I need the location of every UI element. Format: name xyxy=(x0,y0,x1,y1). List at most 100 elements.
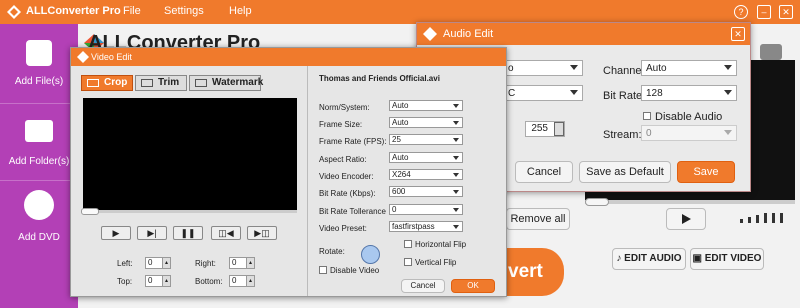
remove-all-label: Remove all xyxy=(510,213,566,225)
crop-left-input[interactable]: 0 ▴ xyxy=(145,257,171,269)
add-files-button[interactable]: Add File(s) xyxy=(0,28,78,102)
disable-video-label: Disable Video xyxy=(330,266,380,275)
frame-size-select[interactable]: Auto xyxy=(389,117,463,128)
tab-crop[interactable]: Crop xyxy=(81,75,133,91)
set-end-icon: ▶◫ xyxy=(254,228,270,238)
frame-size-label: Frame Size: xyxy=(319,120,363,129)
film-icon xyxy=(26,40,52,66)
video-seek-track[interactable] xyxy=(83,210,297,213)
menu-help[interactable]: Help xyxy=(229,5,252,17)
disable-audio-label: Disable Audio xyxy=(655,111,723,123)
pause-button[interactable]: ❚❚ xyxy=(173,226,203,240)
set-start-icon: ◫◀ xyxy=(218,228,234,238)
video-preset-label: Video Preset: xyxy=(319,224,367,233)
tab-watermark[interactable]: Watermark xyxy=(189,75,263,91)
save-default-button[interactable]: Save as Default xyxy=(579,161,671,183)
main-play-button[interactable] xyxy=(666,208,706,230)
frame-rate-select[interactable]: 25 xyxy=(389,134,463,145)
spinner-icon[interactable]: ▴ xyxy=(246,276,254,286)
video-encoder-select[interactable]: X264 xyxy=(389,169,463,180)
norm-label: Norm/System: xyxy=(319,103,370,112)
crop-left-label: Left: xyxy=(117,259,133,268)
next-frame-button[interactable]: ▶| xyxy=(137,226,167,240)
volume-stepper-icon[interactable] xyxy=(554,122,564,136)
crop-top-label: Top: xyxy=(117,277,133,286)
film-small-icon: ▣ xyxy=(692,253,702,264)
video-edit-header: Video Edit xyxy=(71,48,506,66)
video-ok-button[interactable]: OK xyxy=(451,279,495,293)
frame-rate-label: Frame Rate (FPS): xyxy=(319,137,387,146)
set-end-button[interactable]: ▶◫ xyxy=(247,226,277,240)
add-folder-label: Add Folder(s) xyxy=(8,156,70,167)
disc-icon xyxy=(24,190,54,220)
play-icon: ▶ xyxy=(112,228,120,238)
menu-file[interactable]: File xyxy=(123,5,141,17)
crop-bottom-input[interactable]: 0 ▴ xyxy=(229,275,255,287)
rotate-icon[interactable] xyxy=(361,245,380,264)
disable-audio-checkbox[interactable] xyxy=(643,112,651,120)
crop-icon xyxy=(87,79,99,87)
audio-left-select-1[interactable]: o xyxy=(503,60,583,76)
spinner-icon[interactable]: ▴ xyxy=(162,258,170,268)
title-bar: ALLConverter Pro File Settings Help ? – … xyxy=(0,0,800,24)
add-files-label: Add File(s) xyxy=(14,76,64,87)
video-seek-handle[interactable] xyxy=(81,208,99,215)
bitrate-kbps-input[interactable]: 600 xyxy=(389,186,463,197)
crop-top-input[interactable]: 0 ▴ xyxy=(145,275,171,287)
spinner-icon[interactable]: ▴ xyxy=(162,276,170,286)
camera-icon[interactable] xyxy=(760,44,782,60)
spinner-icon[interactable]: ▴ xyxy=(246,258,254,268)
bitrate-label: Bit Rate: xyxy=(603,90,646,102)
vertical-flip-checkbox[interactable] xyxy=(404,258,412,266)
app-logo-icon xyxy=(7,5,21,19)
add-dvd-button[interactable]: Add DVD xyxy=(0,184,78,258)
add-folder-button[interactable]: Add Folder(s) xyxy=(0,108,78,182)
trim-icon xyxy=(141,79,153,87)
audio-save-button[interactable]: Save xyxy=(677,161,735,183)
menu-settings[interactable]: Settings xyxy=(164,5,204,17)
set-start-button[interactable]: ◫◀ xyxy=(211,226,241,240)
app-title: ALLConverter Pro xyxy=(26,5,121,17)
seek-handle[interactable] xyxy=(585,198,609,206)
dialog-logo-icon xyxy=(77,51,89,63)
convert-button[interactable]: vert xyxy=(506,248,564,296)
video-preview xyxy=(83,98,297,210)
horizontal-flip-checkbox[interactable] xyxy=(404,240,412,248)
video-filename: Thomas and Friends Official.avi xyxy=(319,74,440,83)
edit-audio-label: EDIT AUDIO xyxy=(624,253,682,264)
bitrate-tolerance-label: Bit Rate Tollerance xyxy=(319,207,386,216)
close-icon[interactable]: ✕ xyxy=(779,5,793,19)
bitrate-select[interactable]: 128 xyxy=(641,85,737,101)
video-edit-title: Video Edit xyxy=(91,52,132,62)
help-icon[interactable]: ? xyxy=(734,5,748,19)
edit-video-label: EDIT VIDEO xyxy=(704,253,762,264)
bitrate-tolerance-input[interactable]: 0 xyxy=(389,204,463,215)
audio-cancel-button[interactable]: Cancel xyxy=(515,161,573,183)
audio-close-icon[interactable]: ✕ xyxy=(731,27,745,41)
edit-video-button[interactable]: ▣ EDIT VIDEO xyxy=(690,248,764,270)
channel-select[interactable]: Auto xyxy=(641,60,737,76)
audio-edit-header: Audio Edit ✕ xyxy=(417,23,750,45)
vertical-flip-label: Vertical Flip xyxy=(415,258,457,267)
tab-trim[interactable]: Trim xyxy=(135,75,187,91)
next-icon: ▶| xyxy=(147,228,157,238)
edit-audio-button[interactable]: ♪ EDIT AUDIO xyxy=(612,248,686,270)
horizontal-flip-label: Horizontal Flip xyxy=(415,240,467,249)
disable-video-checkbox[interactable] xyxy=(319,266,327,274)
video-preset-select[interactable]: fastfirstpass xyxy=(389,221,463,232)
crop-right-input[interactable]: 0 ▴ xyxy=(229,257,255,269)
progress-track[interactable] xyxy=(585,200,795,204)
aspect-ratio-select[interactable]: Auto xyxy=(389,152,463,163)
audio-left-select-2[interactable]: C xyxy=(503,85,583,101)
play-icon xyxy=(682,214,691,224)
remove-all-button[interactable]: Remove all xyxy=(506,208,570,230)
video-encoder-label: Video Encoder: xyxy=(319,172,374,181)
volume-bars-icon[interactable] xyxy=(740,213,790,223)
dialog-logo-icon xyxy=(423,27,437,41)
pause-icon: ❚❚ xyxy=(180,228,196,238)
norm-select[interactable]: Auto xyxy=(389,100,463,111)
video-cancel-button[interactable]: Cancel xyxy=(401,279,445,293)
stream-select[interactable]: 0 xyxy=(641,125,737,141)
minimize-icon[interactable]: – xyxy=(757,5,771,19)
video-play-button[interactable]: ▶ xyxy=(101,226,131,240)
